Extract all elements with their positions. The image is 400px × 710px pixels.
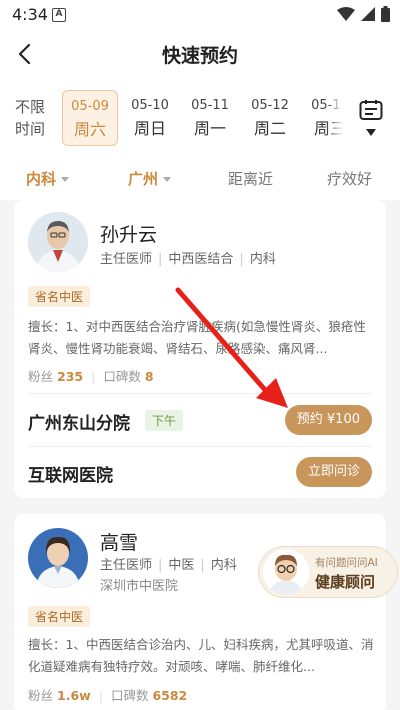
doctor-title: 主任医师 — [100, 252, 153, 267]
doctor-dept: 内科 — [210, 558, 237, 573]
book-appointment-button[interactable]: 预约 ¥100 — [284, 405, 372, 435]
wifi-icon — [337, 7, 355, 21]
doctor-stats: 粉丝 235 | 口碑数 8 — [28, 369, 154, 384]
divider — [28, 446, 372, 447]
date-any-time[interactable]: 不限 时间 — [12, 96, 48, 140]
ai-advisor-title: 健康顾问 — [315, 573, 376, 591]
filter-department-label: 内科 — [26, 170, 57, 188]
fans-label: 粉丝 — [28, 369, 54, 384]
date-item-0512[interactable]: 05-12 周二 — [242, 90, 298, 146]
doctor-stats: 粉丝 1.6w | 口碑数 6582 — [28, 688, 188, 703]
ai-advisor-subtitle: 有问题问问AI — [315, 557, 378, 569]
filter-effect[interactable]: 疗效好 — [327, 168, 372, 189]
status-bar: 4:34 A — [0, 0, 400, 28]
weekday-label: 周六 — [73, 120, 106, 139]
doctor-dept: 内科 — [249, 252, 276, 267]
fans-count: 1.6w — [57, 688, 91, 703]
period-tag: 下午 — [145, 410, 184, 431]
status-icons — [337, 6, 390, 22]
signal-icon — [361, 7, 375, 21]
triangle-down-icon — [163, 177, 172, 182]
ai-health-advisor-button[interactable]: 有问题问问AI 健康顾问 — [258, 546, 398, 598]
reputation-label: 口碑数 — [110, 688, 149, 703]
weekday-label: 周一 — [193, 119, 226, 138]
doctor-card[interactable]: 孙升云 主任医师 | 中西医结合 | 内科 省名中医 擅长：1、对中西医结合治疗肾脏疾病… — [14, 200, 386, 498]
doctor-meta: 主任医师 | 中西医结合 | 内科 — [100, 252, 276, 267]
fans-label: 粉丝 — [28, 688, 54, 703]
doctor-hospital: 深圳市中医院 — [100, 579, 179, 594]
date-any-line2: 时间 — [14, 120, 45, 138]
doctor-avatar — [28, 212, 88, 272]
date-label: 05-10 — [131, 98, 169, 113]
doctor-title: 主任医师 — [100, 558, 153, 573]
doctor-photo — [28, 212, 88, 272]
doctor-type: 中西医结合 — [168, 252, 234, 267]
honor-tag: 省名中医 — [28, 286, 91, 307]
date-label: 05-12 — [251, 98, 289, 113]
online-hospital-name: 互联网医院 — [28, 466, 113, 486]
ai-advisor-avatar — [263, 549, 309, 595]
battery-icon — [381, 6, 390, 22]
calendar-icon — [359, 100, 383, 120]
date-item-0509[interactable]: 05-09 周六 — [62, 90, 118, 146]
date-label: 05-09 — [71, 99, 109, 114]
doctor-photo — [28, 528, 88, 588]
filter-city[interactable]: 广州 — [128, 168, 172, 189]
honor-tag: 省名中医 — [28, 606, 91, 627]
weekday-label: 周二 — [253, 119, 286, 138]
filter-bar: 内科 广州 距离近 疗效好 — [0, 156, 400, 200]
doctor-name: 高雪 — [100, 532, 139, 554]
weekday-label: 周日 — [133, 119, 166, 138]
divider — [28, 393, 372, 394]
date-label: 05-11 — [191, 98, 229, 113]
triangle-down-icon — [61, 177, 70, 182]
clinic-name: 广州东山分院 — [28, 414, 130, 434]
header: 快速预约 — [0, 28, 400, 80]
doctor-avatar — [28, 528, 88, 588]
doctor-specialty: 擅长：1、对中西医结合治疗肾脏疾病(如急慢性肾炎、狼疮性肾炎、慢性肾功能衰竭、肾… — [28, 319, 366, 356]
fans-count: 235 — [57, 369, 84, 384]
date-selector: 不限 时间 05-09 周六 05-10 周日 05-11 周一 05-12 周… — [0, 80, 400, 156]
doctor-meta: 主任医师 | 中医 | 内科 — [100, 558, 237, 573]
ai-doctor-icon — [263, 549, 309, 595]
date-any-line1: 不限 — [14, 98, 45, 116]
consult-now-button[interactable]: 立即问诊 — [295, 457, 372, 487]
page-title: 快速预约 — [161, 45, 238, 67]
caret-down-icon — [366, 129, 376, 136]
app-notification-icon: A — [52, 8, 66, 22]
doctor-type: 中医 — [168, 558, 195, 573]
status-time: 4:34 — [12, 5, 48, 24]
filter-city-label: 广州 — [128, 170, 159, 188]
doctor-card[interactable]: 高雪 主任医师 | 中医 | 内科 深圳市中医院 省名中医 擅长：1、中西医结合诊治内、… — [14, 514, 386, 710]
filter-department[interactable]: 内科 — [26, 168, 70, 189]
doctor-name: 孙升云 — [100, 224, 158, 246]
calendar-button[interactable] — [342, 80, 400, 156]
doctor-specialty: 擅长：1、中西医结合诊治内、儿、妇科疾病，尤其呼吸道、消化道疑难病有独特疗效。对… — [28, 637, 374, 674]
reputation-count: 8 — [144, 369, 154, 384]
filter-distance[interactable]: 距离近 — [228, 168, 273, 189]
date-item-0510[interactable]: 05-10 周日 — [122, 90, 178, 146]
reputation-count: 6582 — [152, 688, 188, 703]
date-item-0511[interactable]: 05-11 周一 — [182, 90, 238, 146]
reputation-label: 口碑数 — [103, 369, 141, 384]
